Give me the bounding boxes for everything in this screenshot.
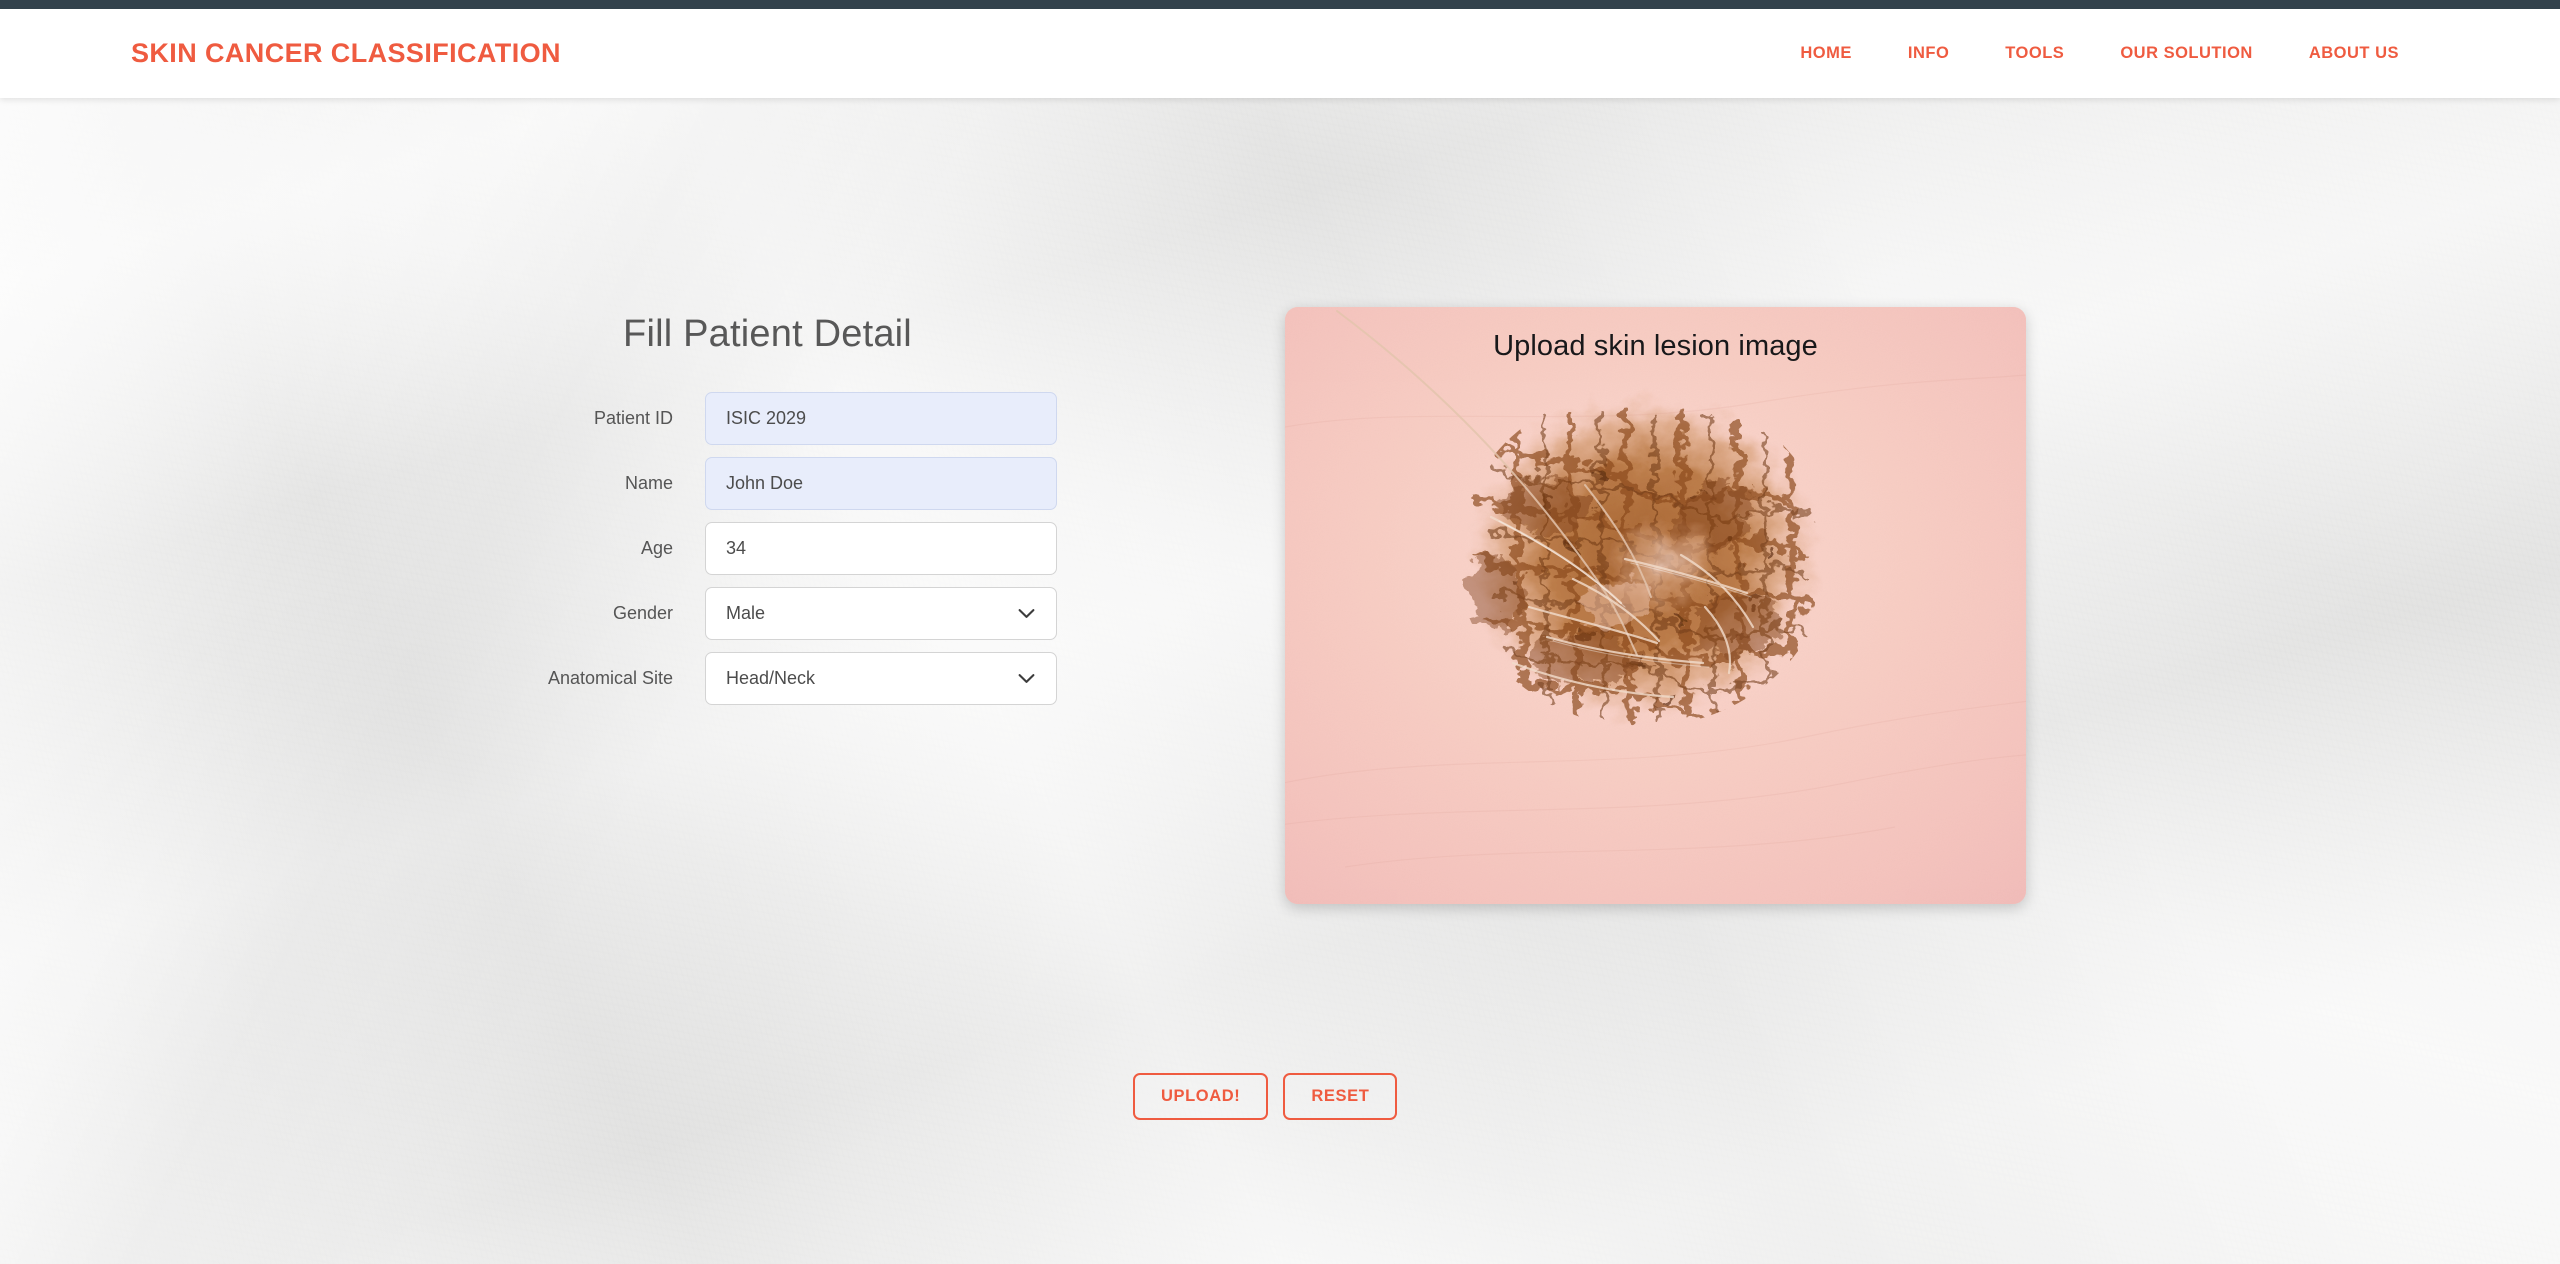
upload-button[interactable]: UPLOAD! bbox=[1133, 1073, 1268, 1120]
label-gender: Gender bbox=[480, 603, 705, 624]
nav-link-about-us[interactable]: ABOUT US bbox=[2281, 38, 2427, 69]
form-row-anatomical-site: Anatomical Site Head/Neck bbox=[480, 652, 1200, 705]
gender-select-wrapper: Male bbox=[705, 587, 1057, 640]
main-content: Fill Patient Detail Patient ID Name Age … bbox=[0, 98, 2560, 1264]
patient-detail-form: Fill Patient Detail Patient ID Name Age … bbox=[480, 313, 1200, 717]
reset-button[interactable]: RESET bbox=[1283, 1073, 1397, 1120]
nav-links: HOME INFO TOOLS OUR SOLUTION ABOUT US bbox=[1772, 38, 2427, 69]
action-buttons: UPLOAD! RESET bbox=[1133, 1073, 1397, 1120]
nav-link-our-solution[interactable]: OUR SOLUTION bbox=[2092, 38, 2281, 69]
gender-select[interactable]: Male bbox=[705, 587, 1057, 640]
nav-link-home[interactable]: HOME bbox=[1772, 38, 1880, 69]
label-age: Age bbox=[480, 538, 705, 559]
top-accent-strip bbox=[0, 0, 2560, 9]
label-name: Name bbox=[480, 473, 705, 494]
form-row-gender: Gender Male bbox=[480, 587, 1200, 640]
age-input[interactable] bbox=[705, 522, 1057, 575]
navbar: SKIN CANCER CLASSIFICATION HOME INFO TOO… bbox=[0, 9, 2560, 98]
nav-link-tools[interactable]: TOOLS bbox=[1977, 38, 2092, 69]
upload-image-dropzone[interactable]: Upload skin lesion image bbox=[1285, 307, 2026, 904]
label-patient-id: Patient ID bbox=[480, 408, 705, 429]
form-row-patient-id: Patient ID bbox=[480, 392, 1200, 445]
patient-id-input[interactable] bbox=[705, 392, 1057, 445]
skin-lesion-image bbox=[1285, 307, 2026, 904]
form-row-name: Name bbox=[480, 457, 1200, 510]
label-anatomical-site: Anatomical Site bbox=[480, 668, 705, 689]
name-input[interactable] bbox=[705, 457, 1057, 510]
nav-link-info[interactable]: INFO bbox=[1880, 38, 1977, 69]
form-heading: Fill Patient Detail bbox=[480, 313, 1200, 356]
form-row-age: Age bbox=[480, 522, 1200, 575]
brand-title[interactable]: SKIN CANCER CLASSIFICATION bbox=[131, 38, 561, 69]
anatomical-site-select[interactable]: Head/Neck bbox=[705, 652, 1057, 705]
anatomical-site-select-wrapper: Head/Neck bbox=[705, 652, 1057, 705]
